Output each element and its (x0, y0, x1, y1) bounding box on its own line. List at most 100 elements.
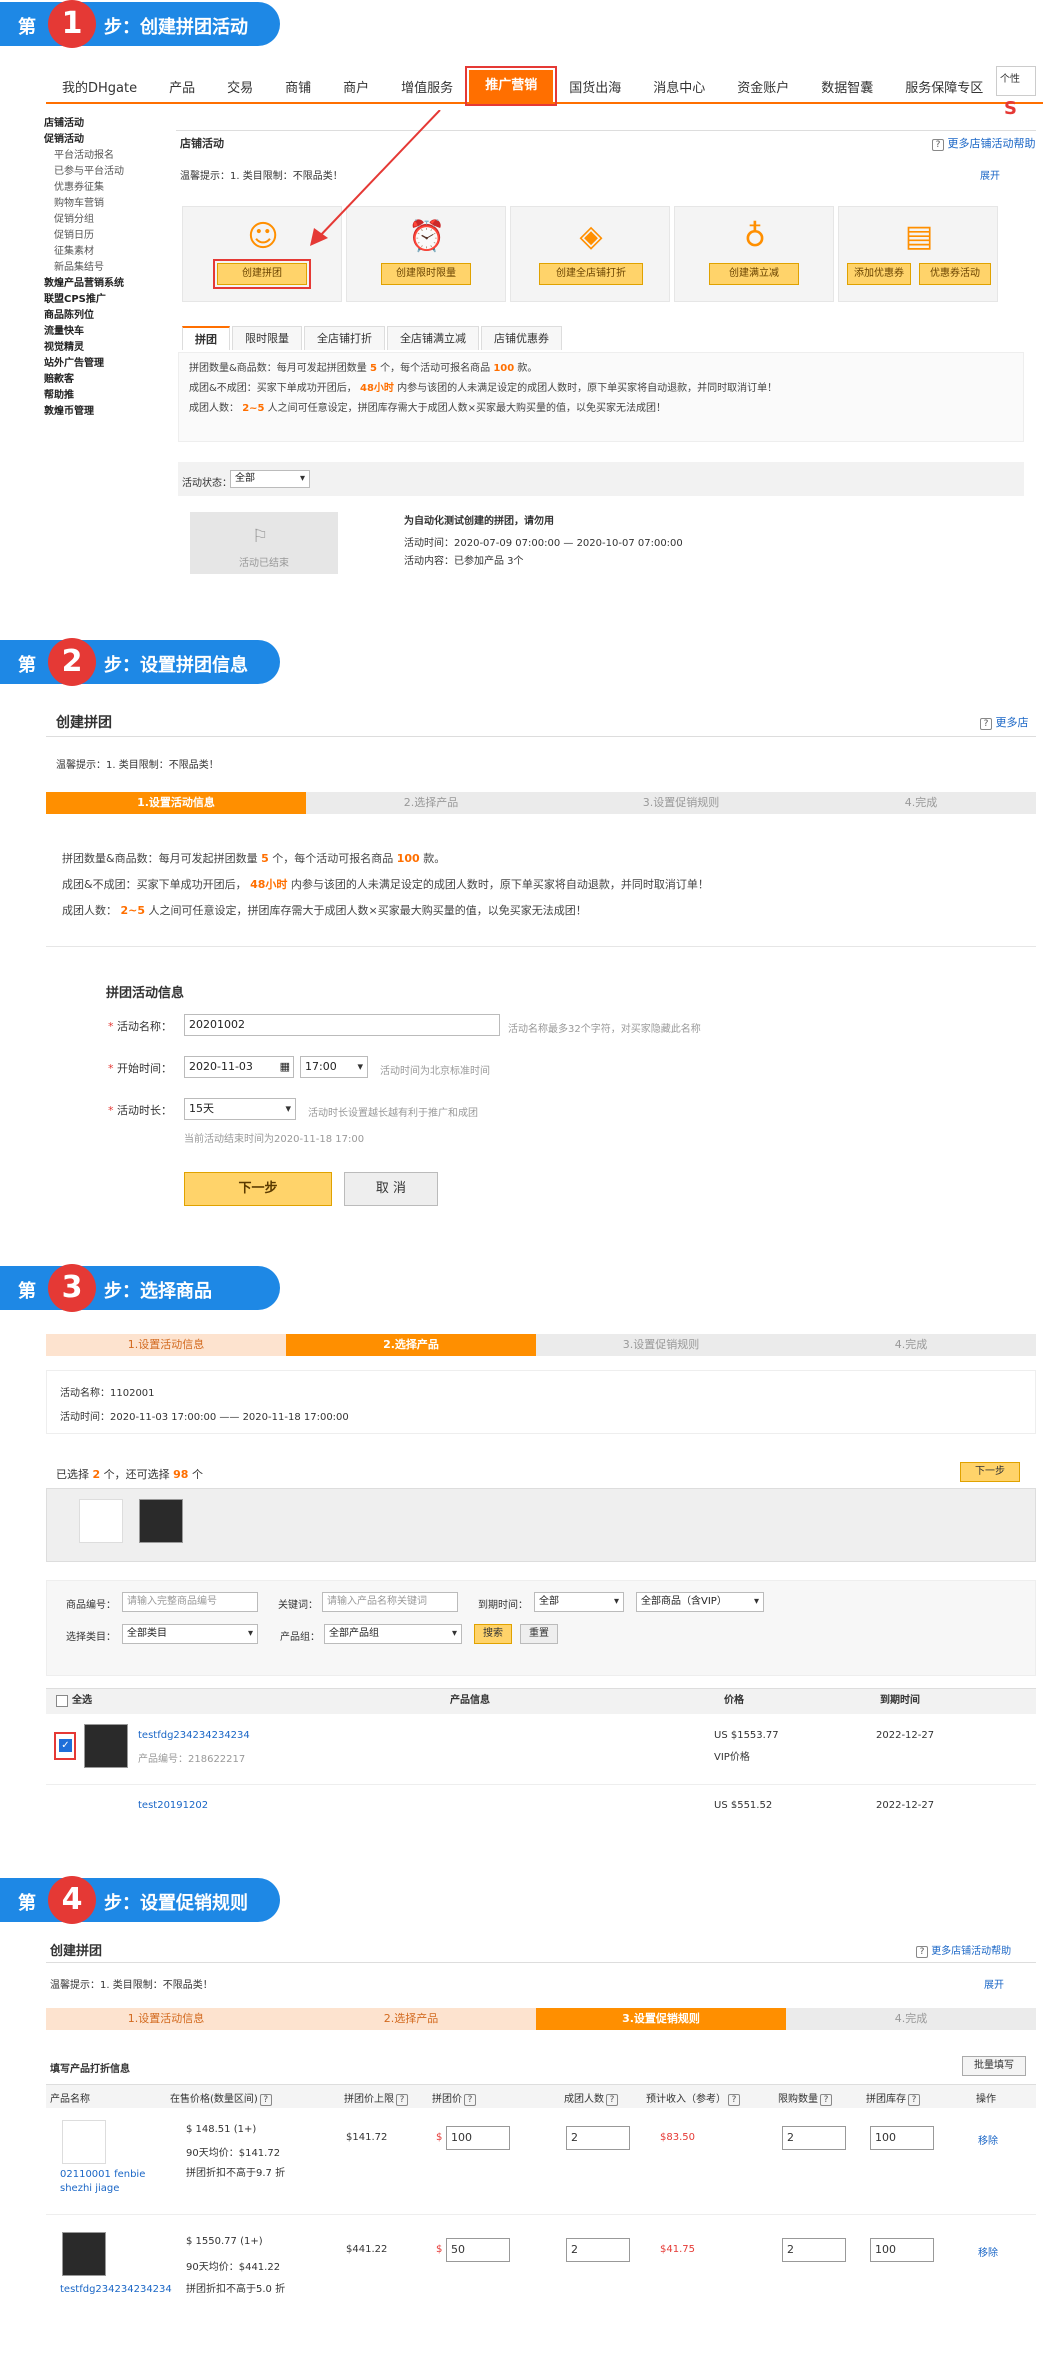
row-checkbox-checked[interactable]: ✓ (59, 1739, 72, 1752)
help-icon[interactable]: ? (908, 2094, 920, 2106)
help-icon[interactable]: ? (820, 2094, 832, 2106)
nav-data[interactable]: 数据智囊 (805, 77, 889, 96)
nav-trade[interactable]: 交易 (211, 77, 269, 96)
sidebar-item[interactable]: 帮助推 (44, 388, 164, 404)
sidebar-item[interactable]: 赔款客 (44, 372, 164, 388)
sidebar-item[interactable]: 商品陈列位 (44, 308, 164, 324)
sidebar-item[interactable]: 站外广告管理 (44, 356, 164, 372)
sidebar-item[interactable]: 促销分组 (44, 212, 164, 228)
personal-widget[interactable]: 个性 (996, 66, 1036, 96)
tab-full-reduce[interactable]: 全店铺满立减 (387, 326, 479, 350)
nav-merchant[interactable]: 商户 (327, 77, 385, 96)
sidebar-item[interactable]: 敦煌币管理 (44, 404, 164, 420)
status-select[interactable]: 全部 (230, 470, 310, 488)
remove-link[interactable]: 移除 (978, 2132, 998, 2147)
sidebar-item[interactable]: 流量快车 (44, 324, 164, 340)
sidebar-item[interactable]: 征集素材 (44, 244, 164, 260)
tab-store-discount[interactable]: 全店铺打折 (304, 326, 385, 350)
activity-time: 活动时间：2020-11-03 17:00:00 —— 2020-11-18 1… (60, 1412, 349, 1423)
nav-export[interactable]: 国货出海 (553, 77, 637, 96)
limit-input[interactable]: 2 (782, 2126, 846, 2150)
sidebar-item[interactable]: 视觉精灵 (44, 340, 164, 356)
start-time-select[interactable]: 17:00 (300, 1056, 368, 1078)
nav-my-dhgate[interactable]: 我的DHgate (46, 77, 153, 96)
banner-prefix: 第 (18, 1893, 36, 1914)
product-name-link[interactable]: testfdg234234234234 (60, 2284, 172, 2295)
product-name-link[interactable]: 02110001 fenbie shezhi jiage (60, 2168, 180, 2196)
sidebar-item[interactable]: 优惠券征集 (44, 180, 164, 196)
sidebar-item[interactable]: 新品集结号 (44, 260, 164, 276)
next-button[interactable]: 下一步 (184, 1172, 332, 1206)
nav-products[interactable]: 产品 (153, 77, 211, 96)
category-select[interactable]: 全部类目 (122, 1624, 258, 1644)
help-icon[interactable]: ? (464, 2094, 476, 2106)
selected-image-placeholder[interactable] (79, 1499, 123, 1543)
step-3: 3.设置促销规则 (536, 2008, 786, 2030)
expire-select[interactable]: 全部 (534, 1592, 624, 1612)
group-size-input[interactable]: 2 (566, 2126, 630, 2150)
create-group-buy-button[interactable]: 创建拼团 (213, 259, 311, 289)
group-size-input[interactable]: 2 (566, 2238, 630, 2262)
create-full-reduce-button[interactable]: 创建满立减 (709, 263, 799, 285)
progress-steps: 1.设置活动信息 2.选择产品 3.设置促销规则 4.完成 (46, 792, 1036, 814)
col-income: 预计收入（参考）? (646, 2090, 740, 2106)
stock-input[interactable]: 100 (870, 2126, 934, 2150)
sidebar-item[interactable]: 促销日历 (44, 228, 164, 244)
tab-group-buy[interactable]: 拼团 (182, 326, 230, 350)
nav-messages[interactable]: 消息中心 (637, 77, 721, 96)
product-type-select[interactable]: 全部商品（含VIP） (636, 1592, 764, 1612)
row-checkbox-highlight: ✓ (54, 1732, 76, 1760)
sidebar-item[interactable]: 购物车营销 (44, 196, 164, 212)
cancel-button[interactable]: 取 消 (344, 1172, 438, 1206)
sidebar-item[interactable]: 已参与平台活动 (44, 164, 164, 180)
nav-store[interactable]: 商铺 (269, 77, 327, 96)
activity-name-input[interactable]: 20201002 (184, 1014, 500, 1036)
sidebar-item[interactable]: 促销活动 (44, 132, 164, 148)
limit-input[interactable]: 2 (782, 2238, 846, 2262)
start-date-input[interactable]: 2020-11-03 ▦ (184, 1056, 294, 1078)
search-button[interactable]: 搜索 (474, 1624, 512, 1644)
expand-link[interactable]: 展开 (980, 167, 1000, 182)
product-name-link[interactable]: testfdg234234234234 (138, 1730, 250, 1741)
add-coupon-button[interactable]: 添加优惠券 (847, 263, 911, 285)
select-all-checkbox[interactable] (56, 1695, 68, 1707)
duration-select[interactable]: 15天 (184, 1098, 296, 1120)
code-input[interactable]: 请输入完整商品编号 (122, 1592, 258, 1612)
help-icon[interactable]: ? (259, 2094, 272, 2106)
next-button[interactable]: 下一步 (960, 1462, 1020, 1482)
remove-link[interactable]: 移除 (978, 2244, 998, 2259)
batch-fill-button[interactable]: 批量填写 (962, 2056, 1026, 2076)
tab-coupon[interactable]: 店铺优惠券 (481, 326, 562, 350)
selected-thumb[interactable] (139, 1499, 183, 1543)
tab-limited[interactable]: 限时限量 (232, 326, 302, 350)
help-icon[interactable]: ? (728, 2094, 740, 2106)
help-link[interactable]: ? 更多店铺活动帮助 (930, 135, 1036, 151)
duration-label: 活动时长： (117, 1104, 172, 1117)
reset-button[interactable]: 重置 (520, 1624, 558, 1644)
help-icon[interactable]: ? (606, 2094, 618, 2106)
expand-link[interactable]: 展开 (984, 1976, 1004, 1991)
nav-marketing[interactable]: 推广营销 (465, 66, 558, 106)
group-select[interactable]: 全部产品组 (324, 1624, 462, 1644)
help-link[interactable]: ? 更多店 (978, 714, 1029, 730)
help-icon[interactable]: ? (396, 2094, 408, 2106)
create-discount-button[interactable]: 创建全店铺打折 (539, 263, 643, 285)
coupon-activity-button[interactable]: 优惠券活动 (919, 263, 991, 285)
group-price-input[interactable]: 50 (446, 2238, 510, 2262)
create-limited-button[interactable]: 创建限时限量 (381, 263, 471, 285)
sidebar-item[interactable]: 敦煌产品营销系统 (44, 276, 164, 292)
product-name-link[interactable]: test20191202 (138, 1800, 208, 1808)
sidebar-item[interactable]: 平台活动报名 (44, 148, 164, 164)
nav-service[interactable]: 服务保障专区 (889, 77, 999, 96)
sidebar-item[interactable]: 联盟CPS推广 (44, 292, 164, 308)
group-price-input[interactable]: 100 (446, 2126, 510, 2150)
nav-funds[interactable]: 资金账户 (721, 77, 805, 96)
stock-input[interactable]: 100 (870, 2238, 934, 2262)
help-link[interactable]: ? 更多店铺活动帮助 (914, 1942, 1011, 1958)
keyword-input[interactable]: 请输入产品名称关键词 (322, 1592, 458, 1612)
nav-value-added[interactable]: 增值服务 (385, 77, 469, 96)
calendar-icon[interactable]: ▦ (280, 1057, 290, 1077)
rule-quota: 拼团数量&商品数：每月可发起拼团数量 5 个，每个活动可报名商品 100 款。 (189, 363, 538, 374)
sidebar-item[interactable]: 店铺活动 (44, 116, 164, 132)
vip-price: VIP价格 (714, 1752, 750, 1763)
